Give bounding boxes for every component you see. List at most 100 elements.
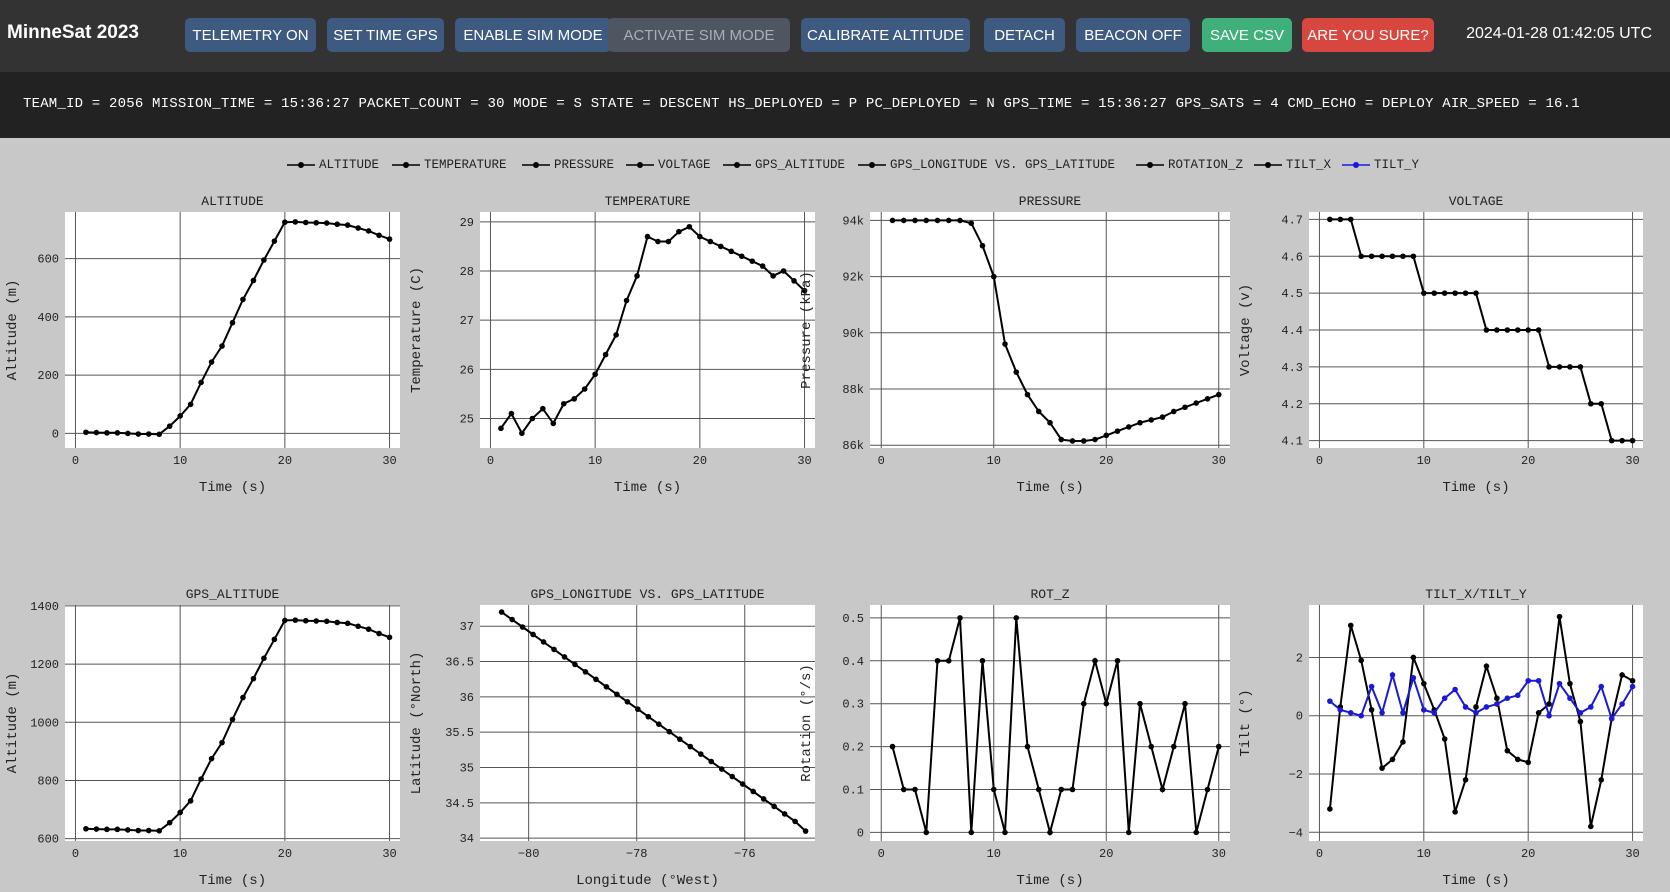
x-tick-label: −76 bbox=[734, 847, 756, 861]
data-point bbox=[1473, 710, 1479, 716]
data-point bbox=[900, 786, 907, 793]
data-point bbox=[1504, 747, 1511, 754]
data-point bbox=[634, 273, 640, 279]
chart-altitude[interactable]: 0 10 20 30 0 200 400 600 ALTITUDE Time (s) Altitud… bbox=[5, 194, 400, 496]
data-point bbox=[1400, 253, 1406, 260]
data-point bbox=[749, 258, 755, 264]
data-point bbox=[603, 684, 610, 690]
data-point bbox=[1327, 698, 1333, 704]
data-point bbox=[250, 675, 257, 682]
data-point bbox=[781, 811, 788, 817]
data-point bbox=[156, 828, 163, 834]
y-tick-label: 4.1 bbox=[1281, 435, 1303, 449]
charts-area: 0 10 20 300200400600ALTITUDETime (s)Altitud… bbox=[5, 194, 1643, 889]
data-point bbox=[592, 371, 598, 378]
data-point bbox=[1148, 417, 1155, 423]
data-point bbox=[1421, 680, 1427, 687]
data-point bbox=[1494, 327, 1500, 333]
data-point bbox=[550, 420, 557, 427]
data-point bbox=[177, 413, 183, 419]
data-point bbox=[738, 253, 745, 260]
data-point bbox=[1619, 437, 1625, 444]
data-point bbox=[166, 423, 173, 429]
data-point bbox=[250, 277, 257, 284]
chart-title: ALTITUDE bbox=[201, 194, 264, 209]
data-point bbox=[1358, 253, 1364, 260]
data-point bbox=[302, 617, 309, 624]
data-point bbox=[302, 219, 309, 226]
y-tick-label: 35.5 bbox=[445, 726, 474, 740]
data-point bbox=[1337, 216, 1344, 223]
data-point bbox=[519, 624, 526, 630]
data-point bbox=[1389, 672, 1396, 678]
data-point bbox=[1588, 704, 1594, 710]
data-point bbox=[1347, 710, 1354, 716]
plot-area bbox=[870, 605, 1230, 841]
data-point bbox=[1410, 654, 1417, 661]
data-point bbox=[581, 386, 588, 392]
data-point bbox=[1069, 786, 1076, 793]
y-tick-label: 25 bbox=[460, 413, 474, 427]
chart-tilt-x-tilt-y[interactable]: 0 10 20 30 −4 −2 0 2 TILT_X/TILT_Y Time (s) Tilt (… bbox=[1238, 587, 1643, 889]
chart-voltage[interactable]: 0 10 20 30 4.1 4.2 4.3 4.4 4.5 4.6 4.7 VOLTAGE Time … bbox=[1238, 194, 1643, 496]
data-point bbox=[292, 617, 299, 623]
data-point bbox=[1080, 438, 1087, 444]
data-point bbox=[156, 431, 163, 438]
data-point bbox=[498, 609, 505, 615]
y-tick-label: 4.4 bbox=[1281, 324, 1303, 338]
data-point bbox=[135, 827, 142, 834]
data-point bbox=[1629, 677, 1636, 684]
chart-rot-z[interactable]: 0 10 20 30 0 0.1 0.2 0.3 0.4 0.5 ROT_Z Time (s) Rota… bbox=[799, 587, 1230, 889]
data-point bbox=[624, 699, 631, 705]
chart-temperature[interactable]: 0 10 20 30 25 26 27 28 29 TEMPERATURE Time (s) Temp… bbox=[409, 194, 815, 496]
data-point bbox=[802, 828, 809, 834]
data-point bbox=[1159, 786, 1166, 793]
y-tick-label: 29 bbox=[460, 216, 474, 230]
data-point bbox=[1588, 823, 1594, 830]
data-point bbox=[912, 217, 918, 224]
data-point bbox=[1504, 695, 1511, 702]
data-point bbox=[1588, 400, 1594, 407]
chart-pressure[interactable]: 0 10 20 30 86k 88k 90k 92k 94k PRESSURE Time (s) Pr… bbox=[799, 194, 1230, 496]
data-point bbox=[145, 827, 152, 834]
data-point bbox=[1441, 736, 1448, 742]
x-tick-label: 10 bbox=[588, 454, 602, 468]
y-tick-label: 1000 bbox=[30, 716, 59, 730]
data-point bbox=[1567, 695, 1573, 702]
data-point bbox=[666, 728, 673, 735]
data-point bbox=[571, 396, 578, 402]
data-point bbox=[1368, 707, 1375, 713]
data-point bbox=[1514, 327, 1521, 333]
data-point bbox=[1400, 710, 1406, 716]
chart-gps-altitude[interactable]: 0 10 20 30 600 800 1000 1200 1400 GPS_ALTITUDE Tim… bbox=[5, 587, 400, 889]
data-point bbox=[1577, 364, 1584, 370]
y-tick-label: 92k bbox=[842, 271, 864, 285]
y-axis-label: Rotation (°/s) bbox=[799, 664, 815, 782]
data-point bbox=[1337, 707, 1344, 713]
data-point bbox=[229, 716, 236, 723]
data-point bbox=[83, 825, 89, 832]
data-point bbox=[889, 217, 896, 224]
data-point bbox=[1567, 680, 1573, 687]
y-tick-label: 28 bbox=[460, 265, 474, 279]
data-point bbox=[686, 223, 693, 230]
data-point bbox=[572, 661, 578, 668]
data-point bbox=[240, 296, 246, 303]
data-point bbox=[760, 796, 767, 802]
chart-gps-longitude-vs-gps-latitude[interactable]: −80 −78 −76 34 34.5 35 35.5 36 36.5 37 GPS_LONGITU… bbox=[409, 587, 815, 889]
data-point bbox=[945, 657, 952, 664]
y-tick-label: 1400 bbox=[30, 600, 59, 614]
y-tick-label: 0.2 bbox=[842, 741, 864, 755]
data-point bbox=[582, 669, 589, 675]
y-tick-label: 35 bbox=[460, 762, 474, 776]
y-axis-label: Latitude (°North) bbox=[409, 652, 425, 795]
data-point bbox=[1577, 710, 1584, 716]
y-tick-label: 0 bbox=[1296, 710, 1303, 724]
data-point bbox=[1347, 216, 1354, 223]
data-point bbox=[1193, 400, 1200, 406]
data-point bbox=[1608, 437, 1615, 444]
data-point bbox=[1494, 701, 1500, 707]
data-point bbox=[1159, 414, 1166, 420]
x-tick-label: 30 bbox=[1212, 847, 1226, 861]
y-tick-label: 88k bbox=[842, 383, 864, 397]
